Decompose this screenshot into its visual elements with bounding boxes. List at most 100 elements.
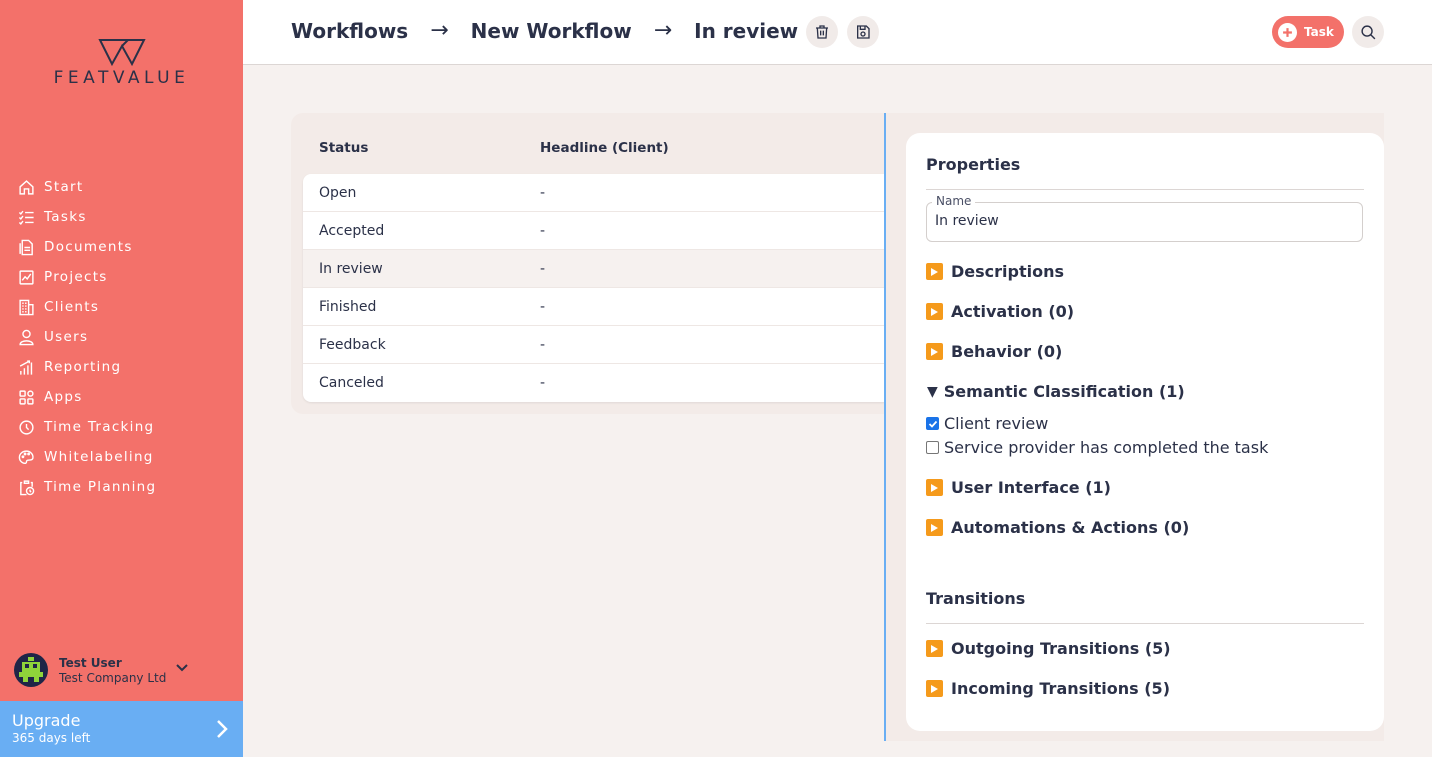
- sidebar-item-projects[interactable]: Projects: [0, 262, 243, 292]
- accordion-behavior[interactable]: Behavior (0): [926, 342, 1062, 361]
- column-header-status: Status: [319, 140, 369, 156]
- accordion-label: Outgoing Transitions (5): [951, 639, 1171, 658]
- properties-title: Properties: [926, 155, 1021, 174]
- table-row[interactable]: Finished -: [303, 288, 885, 326]
- breadcrumb-workflows[interactable]: Workflows: [291, 19, 408, 43]
- sidebar-item-whitelabeling[interactable]: Whitelabeling: [0, 442, 243, 472]
- accordion-user-interface[interactable]: User Interface (1): [926, 478, 1111, 497]
- sidebar-item-apps[interactable]: Apps: [0, 382, 243, 412]
- headline-cell: -: [540, 336, 546, 353]
- sidebar-item-tasks[interactable]: Tasks: [0, 202, 243, 232]
- name-label: Name: [932, 194, 976, 208]
- sidebar-item-label: Whitelabeling: [44, 449, 154, 465]
- status-cell: Canceled: [319, 375, 384, 391]
- sidebar-item-label: Documents: [44, 239, 133, 255]
- add-task-button[interactable]: Task: [1272, 16, 1344, 48]
- sidebar-item-label: Users: [44, 329, 89, 345]
- accordion-descriptions[interactable]: Descriptions: [926, 262, 1064, 281]
- status-cell: Open: [319, 184, 357, 201]
- accordion-activation[interactable]: Activation (0): [926, 302, 1074, 321]
- user-name: Test User: [59, 655, 122, 670]
- headline-cell: -: [540, 222, 546, 239]
- accordion-label: Behavior (0): [951, 342, 1063, 361]
- chevron-down-icon: [176, 657, 189, 676]
- sidebar-item-reporting[interactable]: Reporting: [0, 352, 243, 382]
- building-icon: [17, 298, 35, 316]
- status-rows: Open - Accepted - In review - Finished -…: [303, 174, 885, 402]
- sidebar-item-label: Apps: [44, 389, 83, 405]
- accordion-label: Incoming Transitions (5): [951, 679, 1170, 698]
- transitions-title: Transitions: [926, 589, 1026, 608]
- save-icon: [857, 25, 870, 39]
- document-icon: [17, 238, 35, 256]
- checkbox-label: Client review: [944, 414, 1049, 433]
- play-icon: [926, 343, 943, 360]
- accordion-label: Activation (0): [951, 302, 1075, 321]
- play-icon: [926, 479, 943, 496]
- table-row[interactable]: Open -: [303, 174, 885, 212]
- checkbox-service-provider-completed[interactable]: Service provider has completed the task: [926, 438, 1268, 457]
- checkbox-client-review[interactable]: Client review: [926, 414, 1048, 433]
- breadcrumb: Workflows → New Workflow → In review: [291, 18, 798, 43]
- accordion-label: Automations & Actions (0): [951, 518, 1190, 537]
- upgrade-button[interactable]: Upgrade 365 days left: [0, 701, 243, 757]
- upgrade-title: Upgrade: [12, 711, 81, 730]
- headline-cell: -: [540, 184, 546, 201]
- timer-icon: [17, 418, 35, 436]
- search-button[interactable]: [1352, 16, 1384, 48]
- accordion-label: Descriptions: [951, 262, 1065, 281]
- logo-text: FEATVALUE: [53, 68, 190, 88]
- sidebar: FEATVALUE Start Tasks Documents Projects: [0, 0, 243, 757]
- table-row-selected[interactable]: In review -: [303, 250, 885, 288]
- save-button[interactable]: [847, 16, 879, 48]
- status-cell: Finished: [319, 298, 377, 315]
- sidebar-item-users[interactable]: Users: [0, 322, 243, 352]
- sidebar-item-label: Reporting: [44, 359, 122, 375]
- breadcrumb-current: In review: [694, 18, 799, 43]
- accordion-semantic-classification[interactable]: ▼ Semantic Classification (1): [926, 382, 1185, 401]
- sidebar-item-clients[interactable]: Clients: [0, 292, 243, 322]
- sidebar-item-label: Time Planning: [44, 479, 157, 495]
- logo-mark-icon: [97, 39, 146, 66]
- sidebar-item-label: Start: [44, 179, 84, 195]
- breadcrumb-new-workflow[interactable]: New Workflow: [471, 19, 632, 43]
- table-row[interactable]: Canceled -: [303, 364, 885, 402]
- checkbox-unchecked[interactable]: [926, 441, 939, 454]
- accordion-automations-actions[interactable]: Automations & Actions (0): [926, 518, 1189, 537]
- sidebar-item-label: Time Tracking: [44, 419, 155, 435]
- accordion-incoming-transitions[interactable]: Incoming Transitions (5): [926, 679, 1170, 698]
- play-icon: [926, 263, 943, 280]
- properties-panel: Properties Name Descriptions Activation …: [906, 133, 1384, 731]
- divider: [926, 623, 1364, 624]
- play-icon: [926, 303, 943, 320]
- add-task-label: Task: [1304, 25, 1334, 39]
- name-input[interactable]: [935, 213, 1355, 229]
- sidebar-item-time-tracking[interactable]: Time Tracking: [0, 412, 243, 442]
- table-row[interactable]: Accepted -: [303, 212, 885, 250]
- accordion-outgoing-transitions[interactable]: Outgoing Transitions (5): [926, 639, 1171, 658]
- palette-icon: [17, 448, 35, 466]
- user-company: Test Company Ltd: [59, 670, 167, 685]
- sidebar-item-documents[interactable]: Documents: [0, 232, 243, 262]
- delete-button[interactable]: [806, 16, 838, 48]
- clipboard-clock-icon: [17, 478, 35, 496]
- breadcrumb-arrow: →: [430, 18, 449, 43]
- home-icon: [17, 178, 35, 196]
- sidebar-item-start[interactable]: Start: [0, 172, 243, 202]
- logo[interactable]: FEATVALUE: [0, 38, 243, 88]
- status-cell: Accepted: [319, 222, 385, 239]
- name-field[interactable]: [926, 202, 1363, 242]
- sidebar-item-time-planning[interactable]: Time Planning: [0, 472, 243, 502]
- divider: [926, 189, 1364, 190]
- play-icon: [926, 640, 943, 657]
- status-cell: Feedback: [319, 336, 386, 353]
- headline-cell: -: [540, 298, 546, 315]
- sidebar-item-label: Tasks: [44, 209, 87, 225]
- column-header-headline: Headline (Client): [540, 140, 669, 156]
- table-row[interactable]: Feedback -: [303, 326, 885, 364]
- checkbox-checked[interactable]: [926, 417, 939, 430]
- headline-cell: -: [540, 375, 546, 391]
- plus-icon: [1278, 22, 1297, 42]
- projects-icon: [17, 268, 35, 286]
- user-menu[interactable]: Test User Test Company Ltd: [14, 652, 229, 688]
